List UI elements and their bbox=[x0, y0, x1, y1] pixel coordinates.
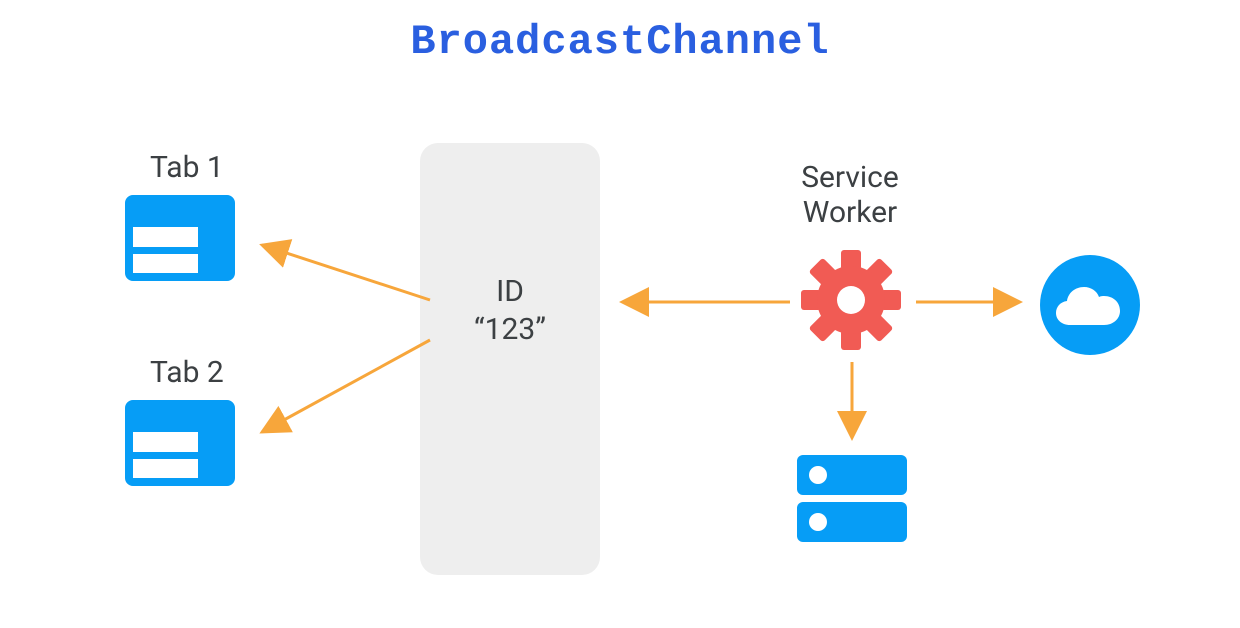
arrows bbox=[0, 0, 1240, 628]
diagram: BroadcastChannel ID “123” Tab 1 Tab 2 Se… bbox=[0, 0, 1240, 628]
